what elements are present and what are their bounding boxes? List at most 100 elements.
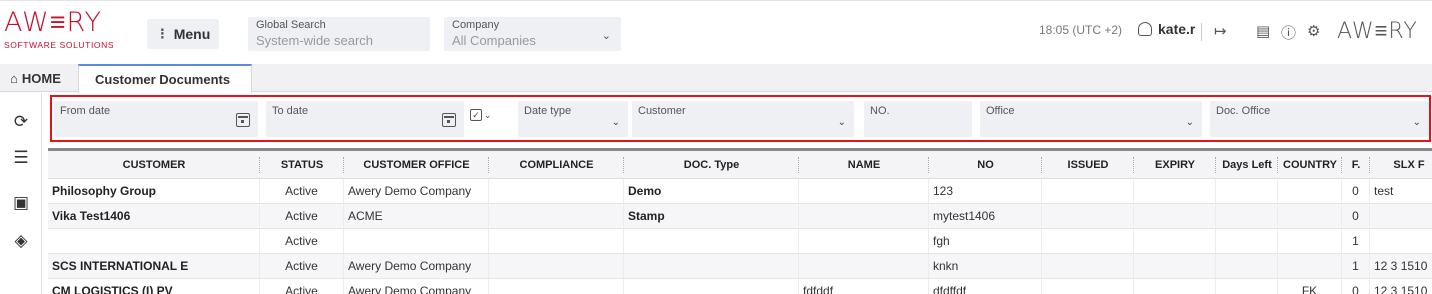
cell-compliance xyxy=(489,179,624,203)
cell-f: 1 xyxy=(1342,229,1370,253)
export-spreadsheet-icon[interactable]: ▣ xyxy=(6,188,36,218)
to-date-field[interactable]: To date xyxy=(266,101,464,137)
cell-slx: 12 3 1510 xyxy=(1374,259,1428,273)
cell-office: ACME xyxy=(344,204,489,228)
menu-button[interactable]: ⋮ Menu xyxy=(147,19,219,49)
cell-office: Awery Demo Company xyxy=(344,279,489,294)
cell-days-left xyxy=(1216,229,1278,253)
from-date-field[interactable]: From date xyxy=(54,101,258,137)
left-toolbar: ⟳ ☰ ▣ ◈ xyxy=(0,93,42,294)
cell-name xyxy=(799,179,929,203)
filter-bar: From date To date ✓ ⌄ Date type ⌄ Custom… xyxy=(50,95,1431,142)
cell-doc-type xyxy=(624,279,799,294)
tab-home[interactable]: ⌂ HOME xyxy=(0,64,78,92)
chevron-down-icon: ⌄ xyxy=(837,117,846,128)
column-header[interactable]: DOC. Type xyxy=(624,151,799,179)
cell-doc-type: Stamp xyxy=(624,204,799,228)
chevron-down-icon: ⌄ xyxy=(611,117,620,128)
cell-f: 1 xyxy=(1342,254,1370,278)
column-header[interactable]: NO xyxy=(929,151,1042,179)
customer-select[interactable]: Customer ⌄ xyxy=(632,101,854,137)
cell-name xyxy=(799,229,929,253)
cell-expiry xyxy=(1134,229,1216,253)
cell-compliance xyxy=(489,229,624,253)
date-type-select[interactable]: Date type ⌄ xyxy=(518,101,628,137)
cell-expiry xyxy=(1134,279,1216,294)
cell-no: 123 xyxy=(929,179,1042,203)
cell-compliance xyxy=(489,279,624,294)
gear-icon[interactable]: ⚙ xyxy=(1307,22,1320,40)
chevron-down-icon: ⌄ xyxy=(1185,117,1194,128)
table-row[interactable]: Vika Test1406 Active ACME Stamp mytest14… xyxy=(48,204,1432,229)
cell-no: dfdffdf xyxy=(929,279,1042,294)
date-checkbox-dropdown[interactable]: ✓ ⌄ xyxy=(470,109,492,121)
chevron-down-icon: ⌄ xyxy=(484,109,492,120)
column-header[interactable]: CUSTOMER xyxy=(48,151,260,179)
global-search-input[interactable]: Global Search System-wide search xyxy=(248,17,430,51)
tab-customer-documents[interactable]: Customer Documents xyxy=(78,64,252,93)
awery-logo[interactable]: AW≡RY SOFTWARE SOLUTIONS xyxy=(4,7,134,51)
calendar-icon[interactable] xyxy=(442,113,456,127)
checkbox-icon: ✓ xyxy=(470,109,482,121)
column-header[interactable]: COUNTRY xyxy=(1278,151,1342,179)
column-header[interactable]: EXPIRY xyxy=(1134,151,1216,179)
user-menu[interactable]: kate.r xyxy=(1138,21,1195,37)
sliders-icon[interactable]: ☰ xyxy=(6,143,36,173)
column-header[interactable]: COMPLIANCE xyxy=(489,151,624,179)
logo-text: AW≡RY xyxy=(4,7,102,38)
eraser-icon[interactable]: ◈ xyxy=(6,226,36,256)
cell-status: Active xyxy=(260,279,344,294)
office-select[interactable]: Office ⌄ xyxy=(980,101,1202,137)
cell-issued xyxy=(1042,179,1134,203)
table-row[interactable]: Philosophy Group Active Awery Demo Compa… xyxy=(48,179,1432,204)
column-header[interactable]: Days Left xyxy=(1216,151,1278,179)
table-header: CUSTOMER STATUS CUSTOMER OFFICE COMPLIAN… xyxy=(48,148,1432,179)
cell-no: fgh xyxy=(929,229,1042,253)
chat-icon[interactable]: ▤ xyxy=(1256,22,1270,40)
cell-name xyxy=(799,204,929,228)
table-row[interactable]: Active fgh 1 xyxy=(48,229,1432,254)
doc-office-select[interactable]: Doc. Office ⌄ xyxy=(1210,101,1429,137)
tab-bar: ⌂ HOME Customer Documents xyxy=(0,64,1432,93)
table-row[interactable]: SCS INTERNATIONAL E Active Awery Demo Co… xyxy=(48,254,1432,279)
cell-compliance xyxy=(489,204,624,228)
global-search-placeholder: System-wide search xyxy=(256,33,374,48)
cell-expiry xyxy=(1134,204,1216,228)
to-date-label: To date xyxy=(272,105,309,117)
company-label: Company xyxy=(452,19,500,31)
table-row[interactable]: CM LOGISTICS (I) PV Active Awery Demo Co… xyxy=(48,279,1432,294)
refresh-icon[interactable]: ⟳ xyxy=(6,107,36,137)
doc-office-label: Doc. Office xyxy=(1216,105,1271,117)
app-header: AW≡RY SOFTWARE SOLUTIONS ⋮ Menu Global S… xyxy=(0,0,1432,62)
no-field[interactable]: NO. xyxy=(864,101,972,137)
calendar-icon[interactable] xyxy=(236,113,250,127)
column-header[interactable]: SLX F xyxy=(1370,151,1432,179)
info-icon[interactable]: ⓘ xyxy=(1281,22,1296,43)
cell-name: fdfddf xyxy=(799,279,929,294)
chevron-down-icon: ⌄ xyxy=(601,30,611,42)
cell-doc-type xyxy=(624,254,799,278)
user-icon xyxy=(1138,22,1152,36)
column-header[interactable]: ISSUED xyxy=(1042,151,1134,179)
cell-office: Awery Demo Company xyxy=(344,179,489,203)
cell-days-left xyxy=(1216,204,1278,228)
company-select[interactable]: Company All Companies ⌄ xyxy=(444,17,621,51)
column-header[interactable]: NAME xyxy=(799,151,929,179)
cell-customer xyxy=(48,229,260,253)
cell-doc-type xyxy=(624,229,799,253)
customer-label: Customer xyxy=(638,105,686,117)
column-header[interactable]: STATUS xyxy=(260,151,344,179)
cell-status: Active xyxy=(260,229,344,253)
menu-label: Menu xyxy=(173,26,211,42)
column-header[interactable]: CUSTOMER OFFICE xyxy=(344,151,489,179)
cell-no: mytest1406 xyxy=(929,204,1042,228)
logout-icon[interactable]: ↦ xyxy=(1214,22,1227,40)
home-icon: ⌂ xyxy=(10,70,18,86)
cell-country xyxy=(1278,204,1342,228)
cell-name xyxy=(799,254,929,278)
cell-slx xyxy=(1370,204,1432,228)
column-header[interactable]: F. xyxy=(1342,151,1370,179)
cell-office: Awery Demo Company xyxy=(344,254,489,278)
cell-country xyxy=(1278,254,1342,278)
cell-issued xyxy=(1042,254,1134,278)
